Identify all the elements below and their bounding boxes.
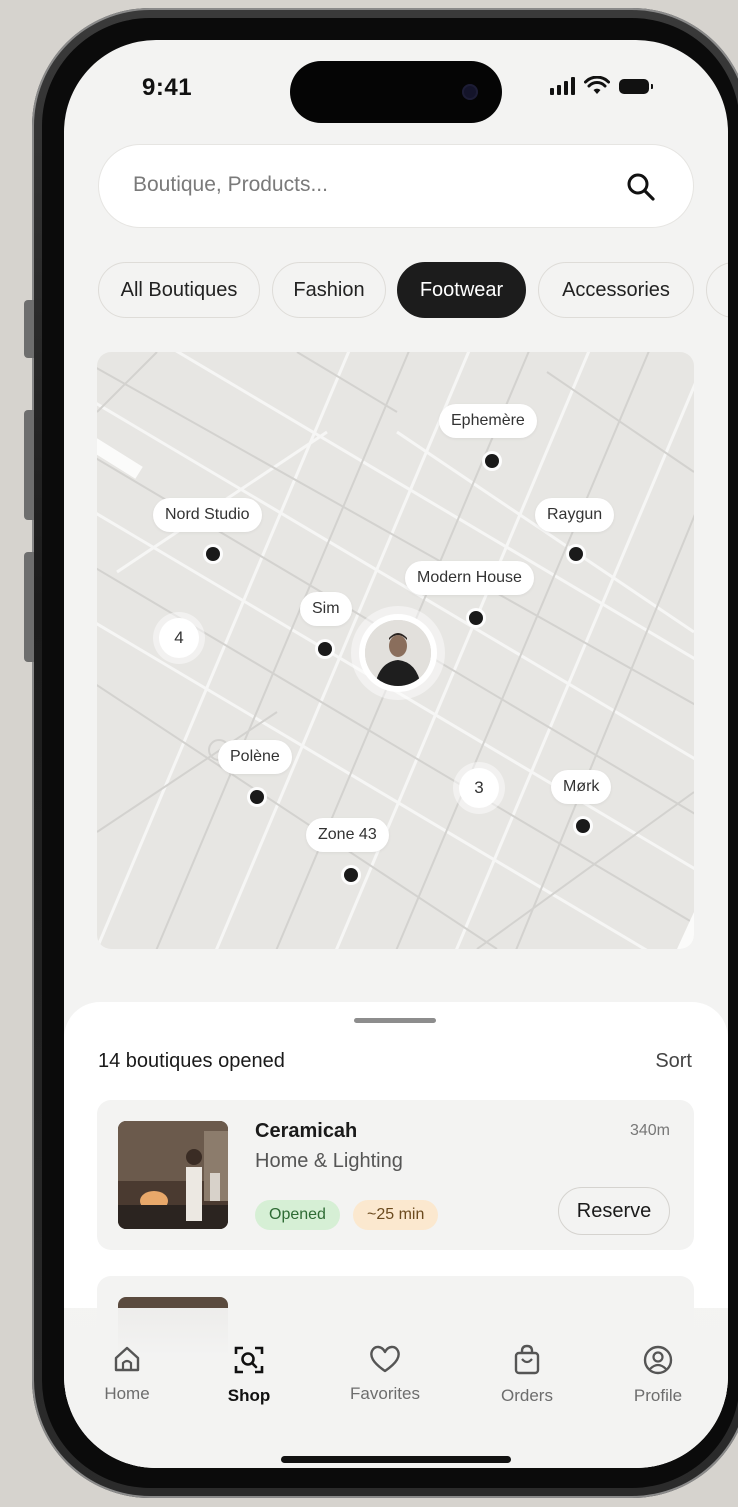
search-bar[interactable]	[98, 144, 694, 228]
home-indicator	[281, 1456, 511, 1463]
category-chips: All Boutiques Fashion Footwear Accessori…	[98, 262, 728, 318]
map-pin-label-raygun[interactable]: Raygun	[535, 498, 615, 532]
tab-label: Favorites	[350, 1384, 420, 1403]
chip-fashion[interactable]: Fashion	[272, 262, 386, 318]
map-pin-sim[interactable]	[318, 642, 332, 656]
map-pin-polene[interactable]	[250, 790, 264, 804]
wifi-icon	[584, 76, 610, 94]
shop-scan-icon	[234, 1346, 264, 1374]
map-pin-label-nord-studio[interactable]: Nord Studio	[153, 498, 262, 532]
chip-accessories[interactable]: Accessories	[538, 262, 694, 318]
chip-footwear[interactable]: Footwear	[397, 262, 526, 318]
phone-screen: 9:41 All Boutiques Fashion Foo	[64, 40, 728, 1468]
tab-profile[interactable]: Profile	[608, 1344, 708, 1406]
boutique-card[interactable]: Ceramicah Home & Lighting 340m Opened ~2…	[97, 1100, 694, 1250]
map-pin-zone-43[interactable]	[344, 868, 358, 882]
map-pin-label-mork[interactable]: Mørk	[551, 770, 612, 804]
results-count: 14 boutiques opened	[98, 1050, 285, 1072]
tab-label: Orders	[501, 1386, 553, 1405]
phone-side-button	[24, 410, 34, 520]
boutique-map[interactable]: Ephemère Nord Studio Raygun Modern House…	[97, 352, 694, 949]
map-cluster[interactable]: 4	[159, 618, 199, 658]
tab-favorites[interactable]: Favorites	[335, 1344, 435, 1404]
camera-icon	[462, 84, 478, 100]
signal-icon	[550, 77, 575, 95]
map-pin-ephemere[interactable]	[485, 454, 499, 468]
app-mockup: 9:41 All Boutiques Fashion Foo	[0, 0, 738, 1507]
sheet-grabber[interactable]	[354, 1018, 436, 1023]
map-pin-modern-house[interactable]	[469, 611, 483, 625]
dynamic-island	[290, 61, 502, 123]
map-cluster[interactable]: 3	[459, 768, 499, 808]
tab-bar: Home Shop Favorites Orders Profile	[64, 1308, 728, 1468]
boutique-thumbnail	[118, 1121, 228, 1229]
map-pin-label-sim[interactable]: Sim	[300, 592, 352, 626]
tab-label: Shop	[227, 1386, 271, 1405]
shopping-bag-icon	[514, 1344, 540, 1375]
map-pin-label-modern-house[interactable]: Modern House	[405, 561, 534, 595]
heart-icon	[370, 1345, 400, 1373]
tab-label: Home	[104, 1384, 150, 1403]
status-badge: Opened	[255, 1200, 340, 1230]
status-icons	[550, 76, 653, 96]
map-pin-nord-studio[interactable]	[206, 547, 220, 561]
chip-all-boutiques[interactable]: All Boutiques	[98, 262, 260, 318]
current-user-location[interactable]	[359, 614, 437, 692]
map-pin-label-zone-43[interactable]: Zone 43	[306, 818, 389, 852]
search-icon[interactable]	[625, 171, 657, 203]
battery-icon	[619, 78, 653, 94]
sort-button[interactable]: Sort	[655, 1050, 692, 1073]
map-pin-raygun[interactable]	[569, 547, 583, 561]
tab-home[interactable]: Home	[77, 1344, 177, 1404]
eta-badge: ~25 min	[353, 1200, 439, 1230]
map-pin-label-polene[interactable]: Polène	[218, 740, 292, 774]
reserve-button[interactable]: Reserve	[558, 1187, 670, 1235]
home-icon	[114, 1346, 140, 1372]
search-input[interactable]	[133, 173, 593, 197]
boutique-name: Ceramicah	[255, 1120, 358, 1142]
boutique-distance: 340m	[629, 1122, 670, 1139]
phone-side-button	[24, 552, 34, 662]
boutique-category: Home & Lighting	[255, 1150, 403, 1172]
status-time: 9:41	[142, 74, 193, 101]
map-pin-label-ephemere[interactable]: Ephemère	[439, 404, 537, 438]
tab-shop[interactable]: Shop	[199, 1344, 299, 1406]
tab-orders[interactable]: Orders	[477, 1344, 577, 1406]
avatar	[365, 620, 431, 686]
profile-icon	[643, 1345, 673, 1375]
phone-side-button	[24, 300, 34, 358]
tab-label: Profile	[633, 1386, 683, 1405]
chip-more[interactable]	[706, 262, 728, 318]
map-pin-mork[interactable]	[576, 819, 590, 833]
